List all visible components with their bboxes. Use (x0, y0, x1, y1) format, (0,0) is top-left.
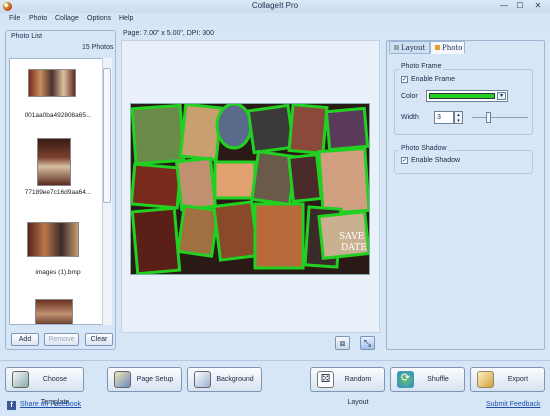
shuffle-icon: ⟳ (397, 371, 414, 388)
export-button[interactable]: Export (470, 367, 545, 392)
minimize-button[interactable]: — (497, 0, 511, 11)
photo-label: images (1).bmp (35, 269, 81, 276)
menu-options[interactable]: Options (87, 15, 111, 22)
template-icon (12, 371, 29, 388)
photo-thumbnail[interactable] (35, 299, 73, 324)
window-title: CollageIt Pro (251, 1, 299, 10)
color-label: Color (401, 93, 418, 100)
photo-count: 15 Photos (82, 44, 114, 51)
background-button[interactable]: Background (187, 367, 262, 392)
photo-tab-icon (435, 45, 440, 50)
photo-frame-title: Photo Frame (399, 63, 444, 70)
submit-feedback-link[interactable]: Submit Feedback (486, 401, 540, 408)
scrollbar-thumb[interactable] (103, 68, 111, 203)
width-slider-track[interactable] (472, 117, 528, 118)
share-facebook-link[interactable]: Share on Facebook (20, 401, 81, 408)
page-info: Page: 7.00" x 5.00", DPI: 300 (123, 30, 214, 37)
photo-thumbnail[interactable] (37, 138, 71, 186)
photo-label: 77189ee7c16d9aa64... (24, 189, 92, 196)
width-slider-thumb[interactable] (486, 112, 491, 123)
color-swatch (429, 93, 495, 99)
tab-photo[interactable]: Photo (430, 41, 465, 54)
photo-list[interactable]: 001aa0ba492808a65... 77189ee7c16d9aa64..… (9, 58, 112, 325)
tab-layout[interactable]: Layout (389, 41, 430, 54)
enable-shadow-label: Enable Shadow (411, 157, 461, 164)
export-icon (477, 371, 494, 388)
enable-shadow-checkbox[interactable]: ✓ (401, 157, 408, 164)
enable-frame-label: Enable Frame (411, 76, 455, 83)
layout-tab-icon (394, 45, 399, 50)
save-the-date-text: SAVE (339, 232, 364, 242)
width-stepper[interactable]: ▴ ▾ (454, 111, 463, 124)
chevron-down-icon: ▾ (497, 92, 506, 100)
shuffle-button[interactable]: ⟳ Shuffle (390, 367, 465, 392)
width-label: Width (401, 114, 419, 121)
facebook-icon[interactable]: f (7, 401, 16, 410)
svg-text:DATE: DATE (341, 243, 367, 253)
dice-icon: ⚄ (317, 371, 334, 388)
color-picker[interactable]: ▾ (426, 90, 508, 102)
collage-preview[interactable]: SAVE DATE (130, 103, 370, 275)
clear-button[interactable]: Clear (85, 333, 113, 346)
random-layout-button[interactable]: ⚄ Random Layout (310, 367, 385, 406)
fit-view-icon[interactable]: ⤡ (360, 336, 375, 350)
background-icon (194, 371, 211, 388)
page-setup-button[interactable]: Page Setup (107, 367, 182, 392)
enable-frame-checkbox[interactable]: ✓ (401, 76, 408, 83)
photo-thumbnail[interactable] (28, 69, 76, 97)
crop-icon[interactable]: ⧈ (335, 336, 350, 350)
divider (0, 360, 550, 361)
photo-label: 001aa0ba492808a65... (24, 112, 92, 119)
menu-file[interactable]: File (9, 15, 20, 22)
menu-bar (0, 13, 550, 26)
menu-help[interactable]: Help (119, 15, 133, 22)
choose-template-button[interactable]: Choose Template (5, 367, 84, 406)
width-input[interactable]: 3 (434, 111, 454, 124)
photo-list-title: Photo List (11, 33, 43, 40)
close-button[interactable]: ✕ (530, 0, 546, 11)
photo-shadow-title: Photo Shadow (399, 145, 449, 152)
add-button[interactable]: Add (11, 333, 39, 346)
collage-image: SAVE DATE (131, 104, 369, 274)
page-setup-icon (114, 371, 131, 388)
menu-photo[interactable]: Photo (29, 15, 47, 22)
maximize-button[interactable]: ☐ (513, 0, 527, 11)
photo-thumbnail[interactable] (27, 222, 79, 257)
menu-collage[interactable]: Collage (55, 15, 79, 22)
remove-button[interactable]: Remove (44, 333, 79, 346)
